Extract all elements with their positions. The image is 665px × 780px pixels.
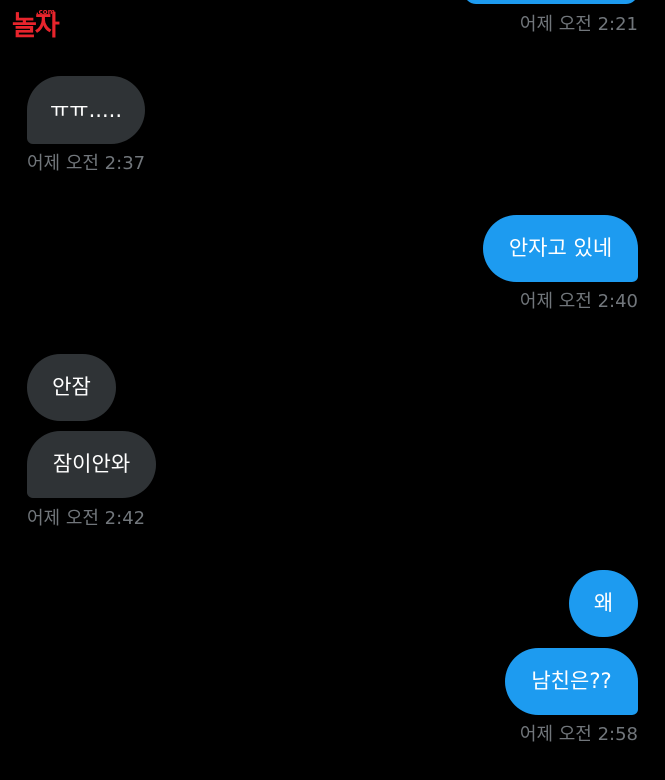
message-bubble-incoming[interactable]: 안잠	[27, 354, 116, 421]
logo-text: 놀자	[12, 11, 60, 42]
message-bubble-incoming[interactable]: 잠이안와	[27, 431, 156, 498]
message-text: 왜	[593, 591, 614, 615]
message-text: 안자고 있네	[508, 236, 613, 260]
message-timestamp: 어제 오전 2:21	[519, 14, 638, 35]
message-bubble-incoming[interactable]: ㅠㅠ.....	[27, 76, 145, 144]
message-timestamp: 어제 오전 2:40	[519, 291, 638, 312]
message-timestamp: 어제 오전 2:37	[27, 153, 146, 174]
message-text: 남친은??	[531, 669, 612, 693]
message-text: ㅠㅠ.....	[49, 97, 123, 122]
message-timestamp: 어제 오전 2:58	[519, 724, 638, 745]
message-text: 안잠	[52, 375, 91, 399]
message-bubble-outgoing-cutoff[interactable]	[464, 0, 638, 4]
message-timestamp: 어제 오전 2:42	[27, 508, 146, 529]
message-bubble-outgoing[interactable]: 남친은??	[505, 648, 638, 715]
message-bubble-outgoing[interactable]: 왜	[569, 570, 638, 637]
message-text: 잠이안와	[52, 452, 131, 476]
site-watermark-logo: .com 놀자	[12, 8, 90, 42]
message-bubble-outgoing[interactable]: 안자고 있네	[483, 215, 638, 282]
